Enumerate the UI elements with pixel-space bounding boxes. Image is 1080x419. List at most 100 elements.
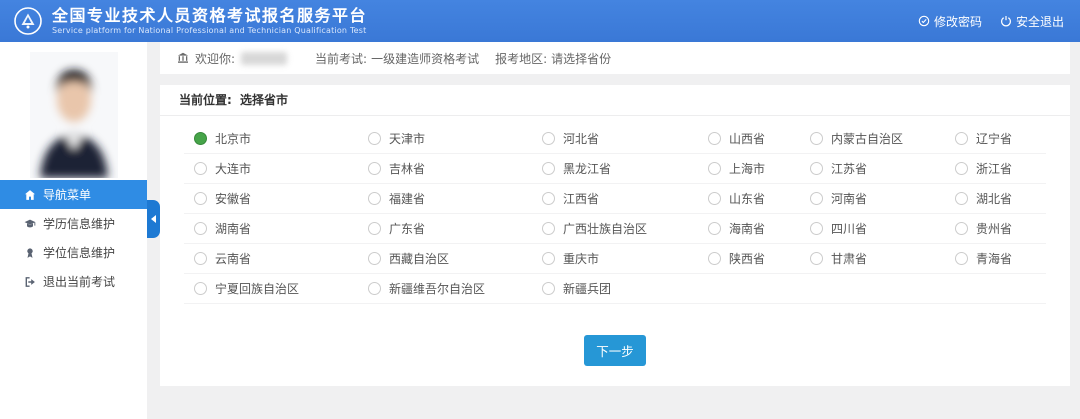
radio-icon[interactable] bbox=[194, 252, 207, 265]
home-icon bbox=[24, 189, 36, 201]
sidebar-menu: 导航菜单学历信息维护学位信息维护退出当前考试 bbox=[0, 180, 147, 296]
sidebar-collapse-toggle[interactable] bbox=[147, 200, 160, 238]
radio-icon[interactable] bbox=[368, 162, 381, 175]
province-option[interactable]: 新疆兵团 bbox=[542, 280, 708, 297]
province-option[interactable]: 湖北省 bbox=[955, 190, 1046, 207]
radio-icon[interactable] bbox=[708, 192, 721, 205]
province-option[interactable]: 重庆市 bbox=[542, 250, 708, 267]
radio-icon[interactable] bbox=[955, 132, 968, 145]
radio-icon[interactable] bbox=[194, 162, 207, 175]
province-option[interactable]: 吉林省 bbox=[368, 160, 542, 177]
province-option[interactable]: 江西省 bbox=[542, 190, 708, 207]
province-option[interactable]: 云南省 bbox=[194, 250, 368, 267]
next-step-button[interactable]: 下一步 bbox=[584, 335, 646, 366]
radio-icon[interactable] bbox=[542, 192, 555, 205]
radio-icon[interactable] bbox=[194, 132, 207, 145]
province-label: 福建省 bbox=[389, 190, 425, 207]
sidebar-item-label: 学位信息维护 bbox=[43, 244, 115, 261]
province-label: 广西壮族自治区 bbox=[563, 220, 647, 237]
province-option[interactable]: 福建省 bbox=[368, 190, 542, 207]
province-option[interactable]: 天津市 bbox=[368, 130, 542, 147]
province-option[interactable]: 贵州省 bbox=[955, 220, 1046, 237]
radio-icon[interactable] bbox=[955, 222, 968, 235]
radio-icon[interactable] bbox=[810, 132, 823, 145]
graduation-cap-icon bbox=[24, 218, 36, 230]
sidebar-item-exit-exam[interactable]: 退出当前考试 bbox=[0, 267, 147, 296]
province-option[interactable]: 青海省 bbox=[955, 250, 1046, 267]
province-option[interactable]: 湖南省 bbox=[194, 220, 368, 237]
radio-icon[interactable] bbox=[708, 132, 721, 145]
safe-exit-label: 安全退出 bbox=[1016, 13, 1064, 30]
radio-icon[interactable] bbox=[542, 252, 555, 265]
radio-icon[interactable] bbox=[708, 252, 721, 265]
radio-icon[interactable] bbox=[708, 162, 721, 175]
province-label: 黑龙江省 bbox=[563, 160, 611, 177]
sidebar-item-nav-menu[interactable]: 导航菜单 bbox=[0, 180, 147, 209]
radio-icon[interactable] bbox=[810, 162, 823, 175]
app-logo-icon bbox=[13, 6, 43, 36]
sidebar-item-degree-info[interactable]: 学位信息维护 bbox=[0, 238, 147, 267]
province-option[interactable]: 浙江省 bbox=[955, 160, 1046, 177]
radio-icon[interactable] bbox=[955, 162, 968, 175]
change-password-link[interactable]: 修改密码 bbox=[918, 13, 982, 30]
region-value: 请选择省份 bbox=[551, 50, 611, 67]
radio-icon[interactable] bbox=[368, 222, 381, 235]
radio-icon[interactable] bbox=[542, 282, 555, 295]
radio-icon[interactable] bbox=[194, 222, 207, 235]
province-option[interactable]: 西藏自治区 bbox=[368, 250, 542, 267]
province-option[interactable]: 辽宁省 bbox=[955, 130, 1046, 147]
province-label: 青海省 bbox=[976, 250, 1012, 267]
radio-icon[interactable] bbox=[194, 282, 207, 295]
radio-icon[interactable] bbox=[368, 132, 381, 145]
province-option[interactable]: 甘肃省 bbox=[810, 250, 955, 267]
province-option[interactable]: 宁夏回族自治区 bbox=[194, 280, 368, 297]
province-option[interactable]: 山东省 bbox=[708, 190, 810, 207]
province-row: 云南省西藏自治区重庆市陕西省 甘肃省 青海省 bbox=[184, 244, 1046, 274]
province-label: 宁夏回族自治区 bbox=[215, 280, 299, 297]
sidebar-item-education-info[interactable]: 学历信息维护 bbox=[0, 209, 147, 238]
radio-icon[interactable] bbox=[708, 222, 721, 235]
radio-icon[interactable] bbox=[955, 252, 968, 265]
region-label: 报考地区: bbox=[495, 50, 547, 67]
province-label: 山西省 bbox=[729, 130, 765, 147]
radio-icon[interactable] bbox=[542, 132, 555, 145]
safe-exit-link[interactable]: 安全退出 bbox=[1000, 13, 1064, 30]
province-option[interactable]: 上海市 bbox=[708, 160, 810, 177]
breadcrumb-label: 当前位置: bbox=[179, 93, 232, 107]
radio-icon[interactable] bbox=[810, 192, 823, 205]
province-label: 北京市 bbox=[215, 130, 251, 147]
province-option[interactable]: 黑龙江省 bbox=[542, 160, 708, 177]
radio-icon[interactable] bbox=[810, 222, 823, 235]
province-row: 宁夏回族自治区 新疆维吾尔自治区新疆兵团 bbox=[184, 274, 1046, 304]
radio-icon[interactable] bbox=[810, 252, 823, 265]
bank-icon bbox=[177, 52, 189, 64]
page-subtitle: Service platform for National Profession… bbox=[52, 26, 367, 35]
province-option[interactable]: 内蒙古自治区 bbox=[810, 130, 955, 147]
province-option[interactable]: 陕西省 bbox=[708, 250, 810, 267]
province-option[interactable]: 北京市 bbox=[194, 130, 368, 147]
province-option[interactable]: 海南省 bbox=[708, 220, 810, 237]
province-option[interactable]: 广西壮族自治区 bbox=[542, 220, 708, 237]
power-icon bbox=[1000, 15, 1012, 27]
province-option[interactable]: 江苏省 bbox=[810, 160, 955, 177]
province-label: 甘肃省 bbox=[831, 250, 867, 267]
province-option[interactable]: 河南省 bbox=[810, 190, 955, 207]
radio-icon[interactable] bbox=[368, 252, 381, 265]
radio-icon[interactable] bbox=[368, 192, 381, 205]
province-option[interactable]: 四川省 bbox=[810, 220, 955, 237]
radio-icon[interactable] bbox=[955, 192, 968, 205]
breadcrumb: 当前位置: 选择省市 bbox=[160, 85, 1070, 116]
province-option[interactable]: 大连市 bbox=[194, 160, 368, 177]
radio-icon[interactable] bbox=[542, 222, 555, 235]
radio-icon[interactable] bbox=[194, 192, 207, 205]
province-option[interactable]: 山西省 bbox=[708, 130, 810, 147]
welcome-greeting-label: 欢迎你: bbox=[195, 50, 235, 67]
province-option[interactable]: 新疆维吾尔自治区 bbox=[368, 280, 542, 297]
province-option[interactable]: 河北省 bbox=[542, 130, 708, 147]
radio-icon[interactable] bbox=[368, 282, 381, 295]
app-header: 全国专业技术人员资格考试报名服务平台 Service platform for … bbox=[0, 0, 1080, 42]
province-option[interactable]: 广东省 bbox=[368, 220, 542, 237]
province-label: 大连市 bbox=[215, 160, 251, 177]
radio-icon[interactable] bbox=[542, 162, 555, 175]
province-option[interactable]: 安徽省 bbox=[194, 190, 368, 207]
